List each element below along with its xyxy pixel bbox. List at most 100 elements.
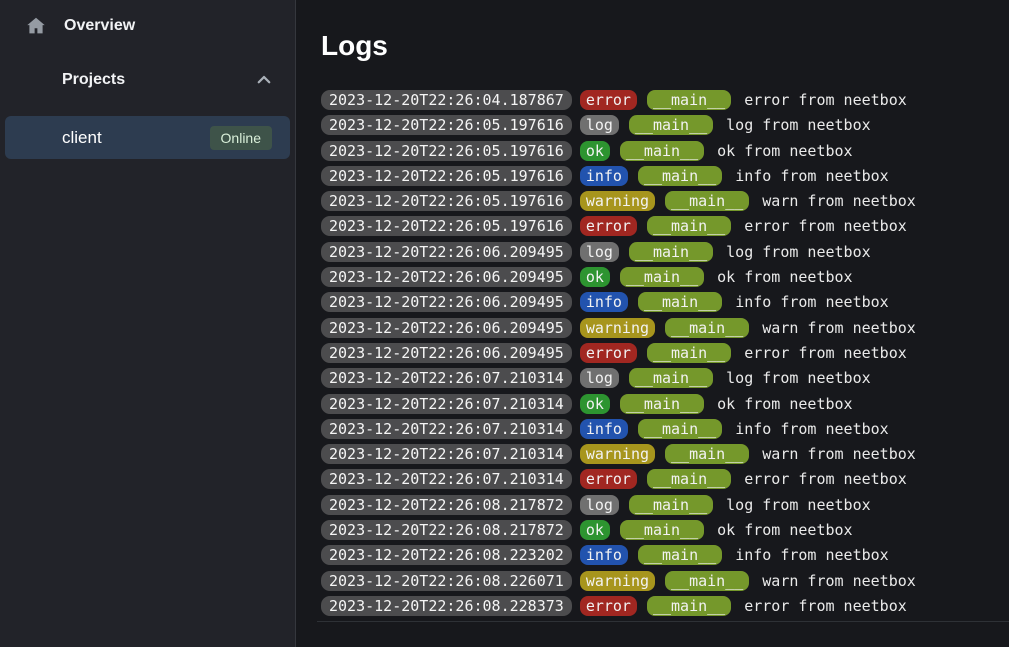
log-message: error from neetbox: [744, 344, 907, 362]
timestamp-badge: 2023-12-20T22:26:07.210314: [321, 469, 572, 489]
log-row: 2023-12-20T22:26:08.217872 log __main__ log…: [321, 495, 1009, 515]
level-badge-log: log: [580, 495, 619, 515]
level-badge-log: log: [580, 368, 619, 388]
app-window: Overview Projects client Online Logs 202…: [0, 0, 1009, 647]
level-badge-info: info: [580, 166, 628, 186]
log-message: ok from neetbox: [717, 395, 852, 413]
log-message: warn from neetbox: [762, 319, 916, 337]
chevron-up-icon[interactable]: [253, 69, 275, 91]
level-badge-warning: warning: [580, 444, 655, 464]
module-badge: __main__: [638, 419, 722, 439]
module-badge: __main__: [665, 571, 749, 591]
log-message: info from neetbox: [735, 420, 889, 438]
sidebar: Overview Projects client Online: [0, 0, 296, 647]
log-row: 2023-12-20T22:26:05.197616ok__main__ok f…: [321, 141, 1009, 161]
level-badge-error: error: [580, 469, 637, 489]
log-row: 2023-12-20T22:26:05.197616info__main__in…: [321, 166, 1009, 186]
log-row: 2023-12-20T22:26:06.209495 error __main__ e…: [321, 343, 1009, 363]
log-list[interactable]: 2023-12-20T22:26:04.187867error__main__e…: [321, 90, 1009, 616]
sidebar-item-projects[interactable]: Projects: [0, 60, 295, 100]
timestamp-badge: 2023-12-20T22:26:05.197616: [321, 166, 572, 186]
log-message: warn from neetbox: [762, 192, 916, 210]
timestamp-badge: 2023-12-20T22:26:08.217872: [321, 495, 572, 515]
timestamp-badge: 2023-12-20T22:26:05.197616: [321, 115, 572, 135]
module-badge: __main__: [620, 394, 704, 414]
level-badge-error: error: [580, 343, 637, 363]
timestamp-badge: 2023-12-20T22:26:05.197616: [321, 191, 572, 211]
page-title: Logs: [321, 30, 1009, 62]
log-row: 2023-12-20T22:26:08.228373 error __main__ e…: [321, 596, 1009, 616]
log-row: 2023-12-20T22:26:07.210314ok__main__ok f…: [321, 394, 1009, 414]
module-badge: __main__: [647, 469, 731, 489]
log-row: 2023-12-20T22:26:08.226071 warning __main_…: [321, 571, 1009, 591]
module-badge: __main__: [629, 368, 713, 388]
log-message: info from neetbox: [735, 167, 889, 185]
log-message: log from neetbox: [726, 243, 871, 261]
level-badge-ok: ok: [580, 267, 610, 287]
log-row: 2023-12-20T22:26:08.217872ok__main__ok f…: [321, 520, 1009, 540]
log-row: 2023-12-20T22:26:08.223202 info __main__ in…: [321, 545, 1009, 565]
timestamp-badge: 2023-12-20T22:26:06.209495: [321, 318, 572, 338]
sidebar-item-label: Overview: [64, 17, 275, 35]
timestamp-badge: 2023-12-20T22:26:06.209495: [321, 292, 572, 312]
projects-menu-icon: [24, 68, 46, 92]
level-badge-log: log: [580, 242, 619, 262]
module-badge: __main__: [638, 292, 722, 312]
module-badge: __main__: [620, 267, 704, 287]
timestamp-badge: 2023-12-20T22:26:06.209495: [321, 343, 572, 363]
timestamp-badge: 2023-12-20T22:26:05.197616: [321, 216, 572, 236]
module-badge: __main__: [629, 495, 713, 515]
module-badge: __main__: [638, 545, 722, 565]
log-row: 2023-12-20T22:26:07.210314 warning __main_…: [321, 444, 1009, 464]
log-message: warn from neetbox: [762, 445, 916, 463]
log-message: error from neetbox: [744, 91, 907, 109]
sidebar-item-overview[interactable]: Overview: [0, 6, 295, 46]
module-badge: __main__: [647, 343, 731, 363]
log-message: warn from neetbox: [762, 572, 916, 590]
log-message: info from neetbox: [735, 546, 889, 564]
timestamp-badge: 2023-12-20T22:26:08.223202: [321, 545, 572, 565]
log-row: 2023-12-20T22:26:07.210314log__main__log…: [321, 368, 1009, 388]
level-badge-info: info: [580, 545, 628, 565]
timestamp-badge: 2023-12-20T22:26:08.226071: [321, 571, 572, 591]
level-badge-error: error: [580, 90, 637, 110]
timestamp-badge: 2023-12-20T22:26:07.210314: [321, 368, 572, 388]
level-badge-error: error: [580, 596, 637, 616]
timestamp-badge: 2023-12-20T22:26:07.210314: [321, 419, 572, 439]
status-badge: Online: [210, 126, 272, 150]
module-badge: __main__: [629, 115, 713, 135]
log-message: error from neetbox: [744, 597, 907, 615]
log-message: log from neetbox: [726, 496, 871, 514]
level-badge-info: info: [580, 419, 628, 439]
level-badge-ok: ok: [580, 141, 610, 161]
level-badge-error: error: [580, 216, 637, 236]
timestamp-badge: 2023-12-20T22:26:05.197616: [321, 141, 572, 161]
log-message: error from neetbox: [744, 470, 907, 488]
module-badge: __main__: [629, 242, 713, 262]
timestamp-badge: 2023-12-20T22:26:06.209495: [321, 242, 572, 262]
module-badge: __main__: [665, 444, 749, 464]
log-row: 2023-12-20T22:26:06.209495 log __main__ log…: [321, 242, 1009, 262]
log-row: 2023-12-20T22:26:06.209495ok__main__ok f…: [321, 267, 1009, 287]
project-name: client: [62, 128, 210, 148]
sidebar-item-project-client[interactable]: client Online: [5, 116, 290, 159]
level-badge-warning: warning: [580, 571, 655, 591]
log-message: ok from neetbox: [717, 521, 852, 539]
timestamp-badge: 2023-12-20T22:26:06.209495: [321, 267, 572, 287]
module-badge: __main__: [647, 216, 731, 236]
log-message: error from neetbox: [744, 217, 907, 235]
module-badge: __main__: [620, 520, 704, 540]
timestamp-badge: 2023-12-20T22:26:07.210314: [321, 394, 572, 414]
log-row: 2023-12-20T22:26:05.197616warning__main_…: [321, 191, 1009, 211]
timestamp-badge: 2023-12-20T22:26:08.228373: [321, 596, 572, 616]
log-message: log from neetbox: [726, 116, 871, 134]
level-badge-log: log: [580, 115, 619, 135]
home-icon: [24, 14, 48, 38]
log-row: 2023-12-20T22:26:05.197616 log __main__ log…: [321, 115, 1009, 135]
log-row: 2023-12-20T22:26:06.209495warning__main_…: [321, 318, 1009, 338]
module-badge: __main__: [647, 596, 731, 616]
log-row: 2023-12-20T22:26:07.210314 info __main__ in…: [321, 419, 1009, 439]
timestamp-badge: 2023-12-20T22:26:08.217872: [321, 520, 572, 540]
module-badge: __main__: [665, 191, 749, 211]
timestamp-badge: 2023-12-20T22:26:07.210314: [321, 444, 572, 464]
